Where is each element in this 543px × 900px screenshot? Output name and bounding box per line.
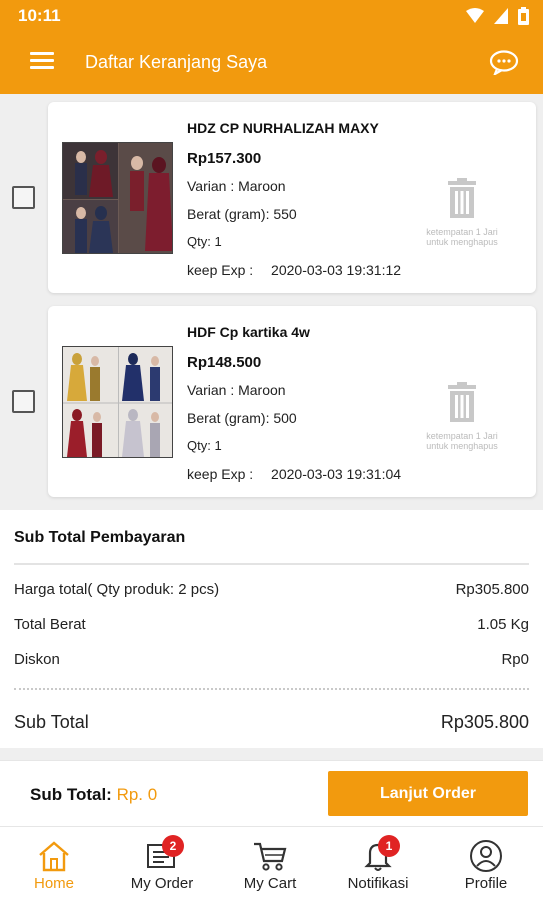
product-qty: Qty: 1 [187, 234, 222, 249]
subtotal-label: Sub Total [14, 712, 89, 732]
nav-label: Notifikasi [347, 875, 409, 892]
summary-row-value: Rp305.800 [455, 581, 529, 598]
product-price: Rp157.300 [187, 150, 262, 167]
app-bar: Daftar Keranjang Saya [0, 32, 543, 94]
profile-icon [470, 840, 502, 872]
nav-label: My Order [130, 875, 194, 892]
cart-icon [254, 842, 287, 871]
keep-expiry-value: 2020-03-03 19:31:04 [271, 466, 402, 482]
summary-row-label: Diskon [14, 651, 60, 668]
product-name: HDF Cp kartika 4w [187, 324, 310, 340]
nav-home[interactable]: Home [0, 827, 108, 900]
product-variant: Varian : Maroon [187, 382, 286, 398]
cart-item-card[interactable]: HDF Cp kartika 4w Rp148.500 Varian : Mar… [48, 306, 536, 497]
checkout-total-amount: Rp. 0 [116, 785, 158, 804]
product-image [62, 142, 173, 254]
product-weight: Berat (gram): 500 [187, 410, 297, 426]
summary-row: Total Berat 1.05 Kg [14, 616, 529, 633]
summary-row-value: Rp0 [501, 651, 529, 668]
product-weight: Berat (gram): 550 [187, 206, 297, 222]
keep-expiry: keep Exp : 2020-03-03 19:31:04 [187, 466, 401, 482]
status-time: 10:11 [18, 6, 61, 25]
nav-label: My Cart [243, 875, 297, 892]
trash-icon[interactable] [448, 178, 476, 218]
nav-my-cart[interactable]: My Cart [216, 827, 324, 900]
keep-expiry: keep Exp : 2020-03-03 19:31:12 [187, 262, 401, 278]
notification-badge: 1 [378, 835, 400, 857]
order-icon-wrap: 2 [144, 835, 184, 873]
nav-profile[interactable]: Profile [432, 827, 540, 900]
summary-row-label: Total Berat [14, 616, 86, 633]
battery-icon [518, 7, 529, 25]
product-qty: Qty: 1 [187, 438, 222, 453]
product-price: Rp148.500 [187, 354, 262, 371]
nav-notifikasi[interactable]: 1 Notifikasi [324, 827, 432, 900]
product-image [62, 346, 173, 458]
divider [14, 563, 529, 565]
summary-row: Harga total( Qty produk: 2 pcs) Rp305.80… [14, 581, 529, 598]
delete-hint: ketempatan 1 Jari untuk menghapus [426, 227, 498, 247]
cart-item-card[interactable]: HDZ CP NURHALIZAH MAXY Rp157.300 Varian … [48, 102, 536, 293]
signal-icon [494, 8, 508, 24]
order-badge: 2 [162, 835, 184, 857]
summary-title: Sub Total Pembayaran [14, 529, 186, 546]
nav-my-order[interactable]: 2 My Order [108, 827, 216, 900]
nav-label: Home [33, 875, 74, 892]
home-icon [39, 841, 69, 872]
checkout-total: Sub Total: Rp. 0 [30, 785, 157, 805]
payment-summary: Sub Total Pembayaran Harga total( Qty pr… [0, 510, 543, 748]
nav-label: Profile [464, 875, 508, 892]
status-bar: 10:11 [0, 0, 543, 32]
bell-icon-wrap: 1 [360, 835, 400, 873]
keep-expiry-label: keep Exp : [187, 466, 254, 482]
summary-row-label: Harga total( Qty produk: 2 pcs) [14, 581, 220, 598]
summary-row-value: 1.05 Kg [477, 616, 529, 633]
subtotal-row: Sub Total Rp305.800 [14, 712, 529, 733]
divider [14, 688, 529, 690]
delete-hint: ketempatan 1 Jari untuk menghapus [426, 431, 498, 451]
keep-expiry-label: keep Exp : [187, 262, 254, 278]
subtotal-value: Rp305.800 [440, 712, 529, 732]
hamburger-icon[interactable] [30, 52, 54, 70]
item-select-checkbox[interactable] [12, 390, 35, 413]
page-title: Daftar Keranjang Saya [85, 52, 268, 72]
status-icons [466, 7, 529, 25]
item-select-checkbox[interactable] [12, 186, 35, 209]
continue-order-button[interactable]: Lanjut Order [328, 771, 528, 816]
trash-icon[interactable] [448, 382, 476, 422]
wifi-icon [466, 8, 484, 23]
bottom-nav: Home 2 My Order My Cart 1 Notifikasi Pro… [0, 826, 543, 900]
product-name: HDZ CP NURHALIZAH MAXY [187, 120, 379, 136]
product-variant: Varian : Maroon [187, 178, 286, 194]
checkout-bar: Sub Total: Rp. 0 Lanjut Order [0, 760, 543, 826]
chat-bubble-icon[interactable] [489, 49, 519, 75]
checkout-total-label: Sub Total: [30, 785, 112, 804]
keep-expiry-value: 2020-03-03 19:31:12 [271, 262, 402, 278]
summary-row: Diskon Rp0 [14, 651, 529, 668]
